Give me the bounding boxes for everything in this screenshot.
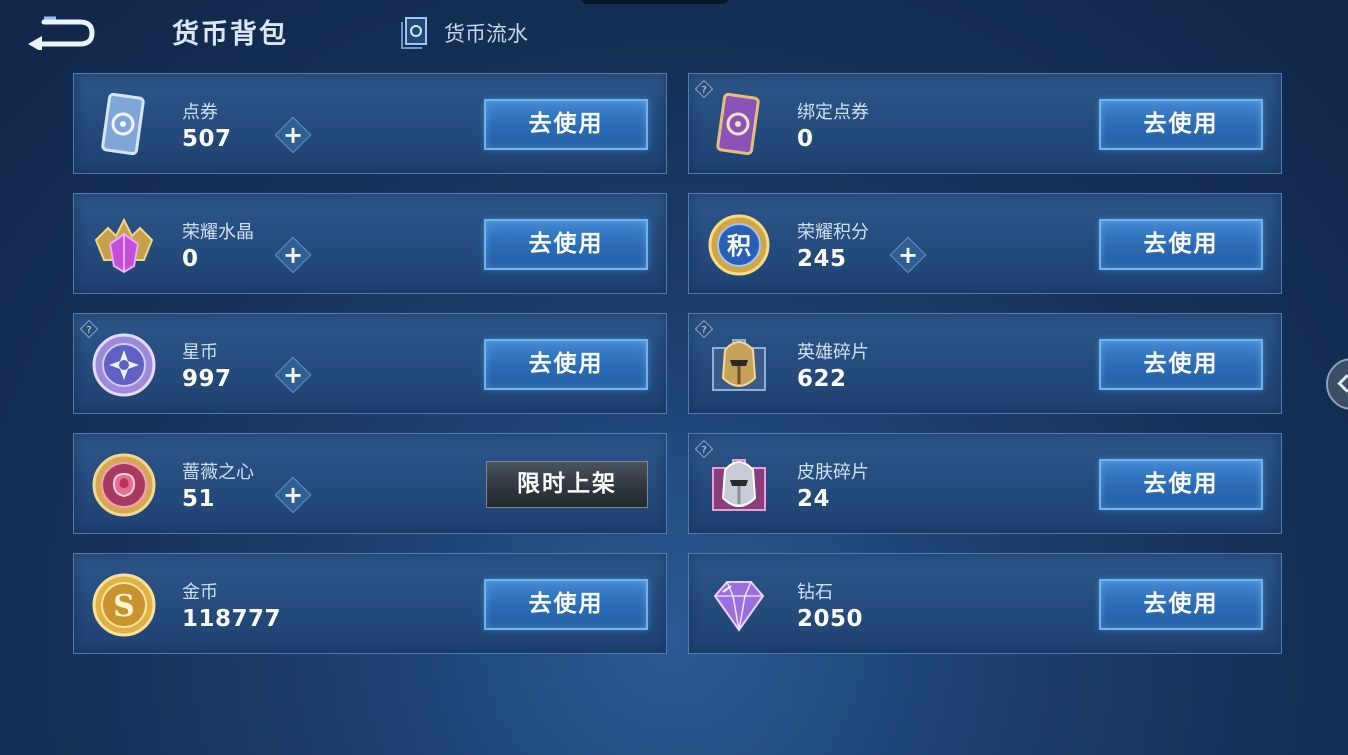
- screen-notch: [580, 0, 730, 4]
- plus-icon: +: [282, 361, 304, 389]
- currency-card-glory-points: 积 荣耀积分 245 + 去使用: [688, 193, 1282, 294]
- glory-points-icon: 积: [708, 214, 770, 276]
- ledger-card-icon: [401, 17, 427, 49]
- currency-card-skin-fragment: ? 皮肤碎片 24 去使用: [688, 433, 1282, 534]
- currency-name: 荣耀水晶: [182, 222, 254, 243]
- plus-icon: +: [282, 241, 304, 269]
- use-glory-crystal-button[interactable]: 去使用: [484, 219, 648, 270]
- currency-card-diamond: 钻石 2050 去使用: [688, 553, 1282, 654]
- add-glory-crystal-button[interactable]: +: [274, 236, 312, 274]
- currency-name: 蔷薇之心: [182, 462, 254, 483]
- side-expand-tab[interactable]: [1326, 358, 1348, 410]
- currency-card-hero-fragment: ? 英雄碎片 622 去使用: [688, 313, 1282, 414]
- use-skin-fragment-button[interactable]: 去使用: [1099, 459, 1263, 510]
- glory-crystal-icon: [94, 217, 154, 274]
- limited-time-button[interactable]: 限时上架: [486, 461, 648, 508]
- top-bar: 货币背包 货币流水: [0, 0, 1348, 64]
- currency-card-glory-crystal: 荣耀水晶 0 + 去使用: [73, 193, 667, 294]
- currency-flow-label: 货币流水: [444, 22, 528, 46]
- currency-amount: 622: [797, 366, 847, 392]
- currency-card-bound-coupon: ? 绑定点券 0 去使用: [688, 73, 1282, 174]
- currency-name: 荣耀积分: [797, 222, 869, 243]
- currency-amount: 118777: [182, 606, 282, 632]
- use-hero-fragment-button[interactable]: 去使用: [1099, 339, 1263, 390]
- currency-card-star-coin: ? 星币 997 + 去使用: [73, 313, 667, 414]
- currency-amount: 51: [182, 486, 216, 512]
- currency-card-rose-heart: 蔷薇之心 51 + 限时上架: [73, 433, 667, 534]
- coupon-card-icon: [101, 92, 145, 156]
- currency-amount: 24: [797, 486, 831, 512]
- plus-icon: +: [282, 121, 304, 149]
- currency-amount: 507: [182, 126, 232, 152]
- currency-name: 皮肤碎片: [797, 462, 869, 483]
- plus-icon: +: [282, 481, 304, 509]
- currency-name: 钻石: [797, 582, 833, 603]
- diamond-icon: [713, 581, 765, 632]
- currency-flow-link[interactable]: 货币流水: [396, 16, 528, 50]
- add-star-coin-button[interactable]: +: [274, 356, 312, 394]
- use-coupon-button[interactable]: 去使用: [484, 99, 648, 150]
- rose-heart-icon: [92, 453, 156, 517]
- use-gold-coin-button[interactable]: 去使用: [484, 579, 648, 630]
- currency-card-gold-coin: S 金币 118777 去使用: [73, 553, 667, 654]
- hero-fragment-icon: [712, 339, 766, 391]
- add-glory-points-button[interactable]: +: [889, 236, 927, 274]
- currency-amount: 997: [182, 366, 232, 392]
- gold-coin-icon: S: [92, 573, 156, 637]
- add-coupon-button[interactable]: +: [274, 116, 312, 154]
- currency-amount: 0: [797, 126, 814, 152]
- currency-name: 星币: [182, 342, 218, 363]
- back-button[interactable]: [26, 14, 96, 52]
- use-bound-coupon-button[interactable]: 去使用: [1099, 99, 1263, 150]
- glory-points-badge-char: 积: [727, 232, 751, 260]
- plus-icon: +: [897, 241, 919, 269]
- currency-name: 绑定点券: [797, 102, 869, 123]
- skin-fragment-icon: [712, 459, 766, 511]
- currency-name: 点券: [182, 102, 218, 123]
- star-coin-icon: [92, 333, 156, 397]
- back-arrow-icon: [28, 16, 95, 52]
- currency-amount: 245: [797, 246, 847, 272]
- gold-coin-badge-char: S: [113, 589, 135, 624]
- currency-name: 金币: [182, 582, 218, 603]
- currency-amount: 0: [182, 246, 199, 272]
- currency-amount: 2050: [797, 606, 864, 632]
- use-star-coin-button[interactable]: 去使用: [484, 339, 648, 390]
- bound-coupon-card-icon: [716, 92, 760, 156]
- use-glory-points-button[interactable]: 去使用: [1099, 219, 1263, 270]
- currency-card-coupon: 点券 507 + 去使用: [73, 73, 667, 174]
- use-diamond-button[interactable]: 去使用: [1099, 579, 1263, 630]
- currency-name: 英雄碎片: [797, 342, 869, 363]
- page-title: 货币背包: [172, 19, 288, 50]
- add-rose-heart-button[interactable]: +: [274, 476, 312, 514]
